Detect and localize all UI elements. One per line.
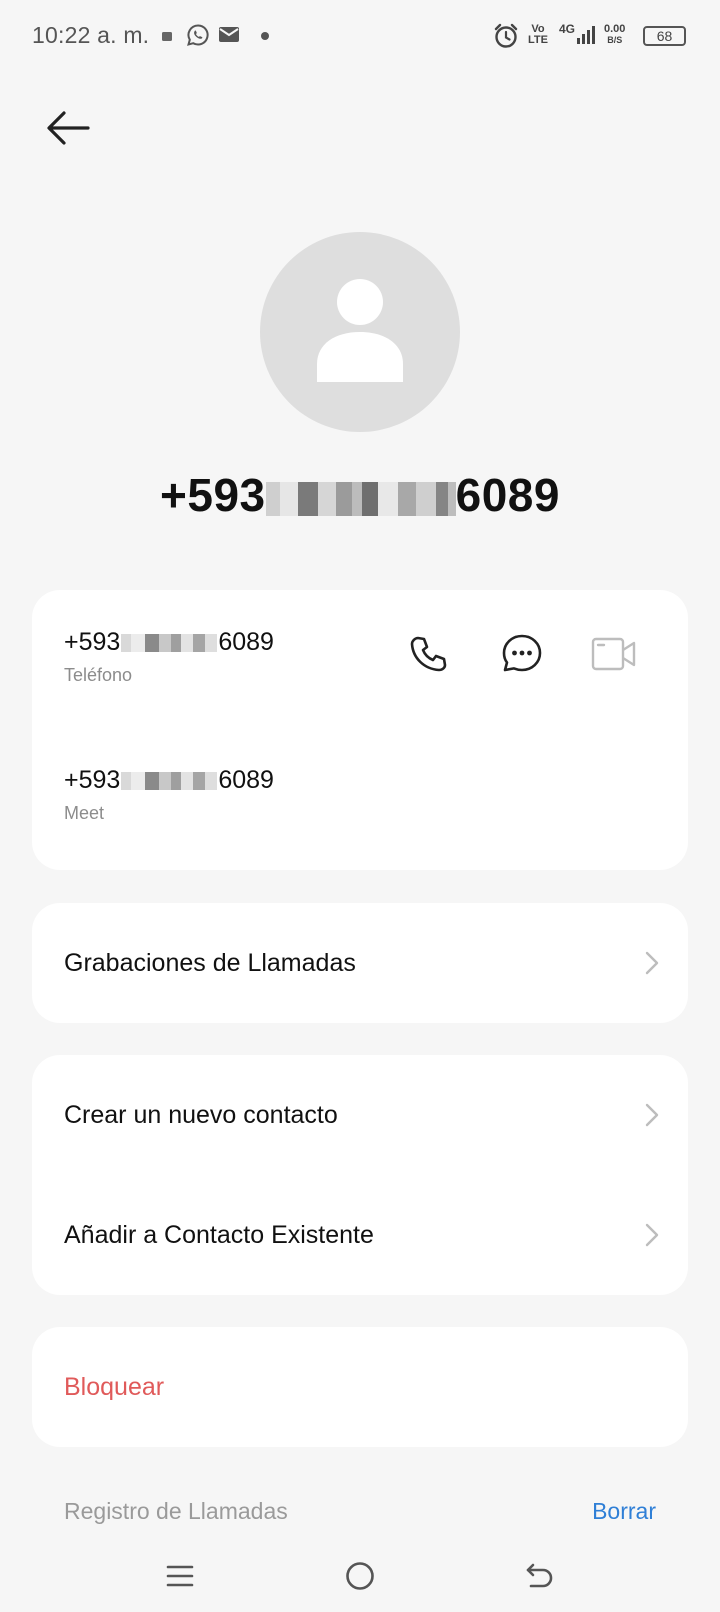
phone-numbers-card: +593 6089 Teléfono +593 6089 Meet (32, 590, 688, 870)
chevron-right-icon (645, 1103, 659, 1127)
network-type: 4G (559, 22, 576, 36)
title-prefix: +593 (160, 469, 266, 521)
redacted-digits (121, 633, 218, 652)
speed-unit: B/S (607, 35, 623, 45)
call-recordings-label: Grabaciones de Llamadas (64, 948, 356, 977)
block-card: Bloquear (32, 1327, 688, 1447)
phone-number: +593 6089 (64, 628, 274, 657)
home-nav-button[interactable] (338, 1554, 382, 1598)
avatar (260, 232, 460, 432)
number-prefix: +593 (64, 766, 121, 794)
contact-actions-card: Crear un nuevo contacto Añadir a Contact… (32, 1055, 688, 1295)
number-suffix: 6089 (218, 628, 274, 656)
volte-icon: Vo LTE (528, 24, 548, 46)
meet-number-row[interactable]: +593 6089 Meet (64, 766, 274, 824)
back-nav-button[interactable] (518, 1554, 562, 1598)
cast-icon (162, 32, 172, 41)
battery-icon: 68 (643, 26, 686, 46)
add-existing-contact-item[interactable]: Añadir a Contacto Existente (32, 1175, 688, 1295)
back-button[interactable] (40, 100, 96, 156)
number-type: Teléfono (64, 665, 133, 685)
number-prefix: +593 (64, 628, 121, 656)
number-suffix: 6089 (218, 766, 274, 794)
back-icon (526, 1563, 553, 1588)
recents-nav-button[interactable] (158, 1554, 202, 1598)
network-speed: 0.00 B/S (604, 24, 625, 46)
block-label: Bloquear (64, 1372, 165, 1401)
arrow-left-icon (47, 111, 90, 145)
alarm-icon (494, 23, 518, 48)
signal-icon (577, 26, 595, 44)
call-log-header: Registro de Llamadas (64, 1498, 288, 1524)
person-icon (317, 279, 403, 382)
status-bar: 10:22 a. m. Vo LTE 4G 0.00 B/S 68 (0, 0, 720, 72)
meet-number: +593 6089 (64, 766, 274, 795)
redacted-digits (121, 771, 218, 790)
create-contact-item[interactable]: Crear un nuevo contacto (32, 1055, 688, 1175)
battery-level: 68 (656, 28, 673, 44)
create-contact-label: Crear un nuevo contacto (64, 1100, 338, 1129)
message-icon (502, 634, 542, 672)
navigation-bar (0, 1540, 720, 1612)
call-recordings-item[interactable]: Grabaciones de Llamadas (32, 903, 688, 1023)
whatsapp-icon (187, 24, 209, 46)
chevron-right-icon (645, 951, 659, 975)
chevron-right-icon (645, 1223, 659, 1247)
redacted-digits (265, 481, 456, 516)
phone-number-row[interactable]: +593 6089 Teléfono (64, 628, 274, 686)
title-suffix: 6089 (455, 469, 560, 521)
contact-title: +593 6089 (0, 468, 720, 522)
call-button[interactable] (402, 628, 454, 680)
add-existing-contact-label: Añadir a Contacto Existente (64, 1220, 374, 1249)
message-button[interactable] (496, 628, 548, 680)
mail-icon (219, 27, 239, 42)
recordings-card: Grabaciones de Llamadas (32, 903, 688, 1023)
volte-bottom-label: LTE (528, 34, 548, 46)
video-icon (591, 637, 636, 671)
dot-icon (261, 32, 269, 40)
menu-icon (166, 1565, 194, 1587)
status-time: 10:22 a. m. (32, 22, 150, 48)
phone-icon (410, 636, 447, 672)
video-call-button[interactable] (588, 628, 640, 680)
clear-log-button[interactable]: Borrar (592, 1498, 656, 1525)
number-type: Meet (64, 803, 105, 823)
block-button[interactable]: Bloquear (32, 1327, 688, 1447)
contact-detail-screen: 10:22 a. m. Vo LTE 4G 0.00 B/S 68 +593 6… (0, 0, 720, 1612)
home-icon (346, 1562, 374, 1590)
speed-value: 0.00 (604, 23, 626, 35)
